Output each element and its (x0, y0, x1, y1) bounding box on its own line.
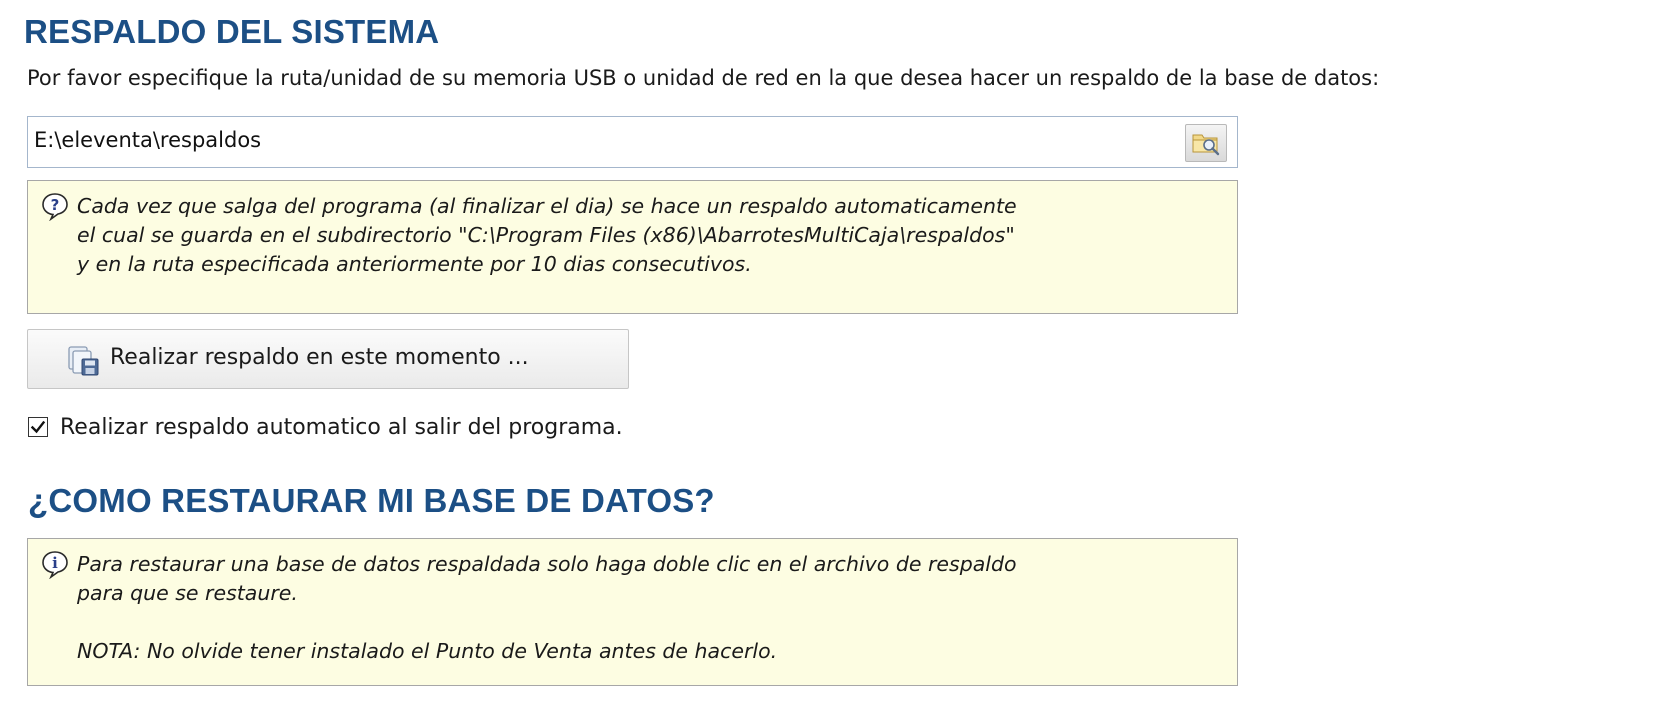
info-icon: i (42, 551, 68, 579)
info-line: para que se restaure. (77, 581, 298, 605)
auto-backup-info-box: ? Cada vez que salga del programa (al fi… (27, 180, 1238, 314)
backup-disk-icon (68, 346, 99, 376)
info-line: y en la ruta especificada anteriormente … (77, 252, 752, 276)
backup-path-input[interactable] (34, 123, 1154, 157)
auto-backup-option[interactable]: Realizar respaldo automatico al salir de… (28, 413, 623, 441)
restore-info-box: i Para restaurar una base de datos respa… (27, 538, 1238, 686)
backup-section-title: RESPALDO DEL SISTEMA (24, 13, 440, 50)
auto-backup-info-text: Cada vez que salga del programa (al fina… (77, 192, 1017, 279)
info-line: Para restaurar una base de datos respald… (77, 552, 1017, 576)
info-line: el cual se guarda en el subdirectorio "C… (77, 223, 1015, 247)
info-line: NOTA: No olvide tener instalado el Punto… (77, 639, 778, 663)
browse-folder-button[interactable] (1185, 124, 1227, 162)
checkmark-icon (30, 420, 46, 434)
info-line: Cada vez que salga del programa (al fina… (77, 194, 1017, 218)
backup-now-label: Realizar respaldo en este momento ... (110, 345, 529, 370)
backup-path-field (27, 116, 1238, 168)
restore-info-text: Para restaurar una base de datos respald… (77, 550, 1017, 666)
info-line (77, 608, 1017, 637)
auto-backup-checkbox[interactable] (28, 417, 48, 437)
auto-backup-label: Realizar respaldo automatico al salir de… (60, 414, 623, 440)
svg-text:?: ? (51, 196, 60, 214)
help-icon: ? (42, 193, 68, 221)
restore-section-title: ¿COMO RESTAURAR MI BASE DE DATOS? (28, 482, 715, 519)
svg-text:i: i (52, 554, 58, 572)
backup-instructions: Por favor especifique la ruta/unidad de … (27, 66, 1380, 90)
backup-now-button[interactable]: Realizar respaldo en este momento ... (27, 329, 629, 389)
folder-search-icon (1192, 134, 1220, 156)
